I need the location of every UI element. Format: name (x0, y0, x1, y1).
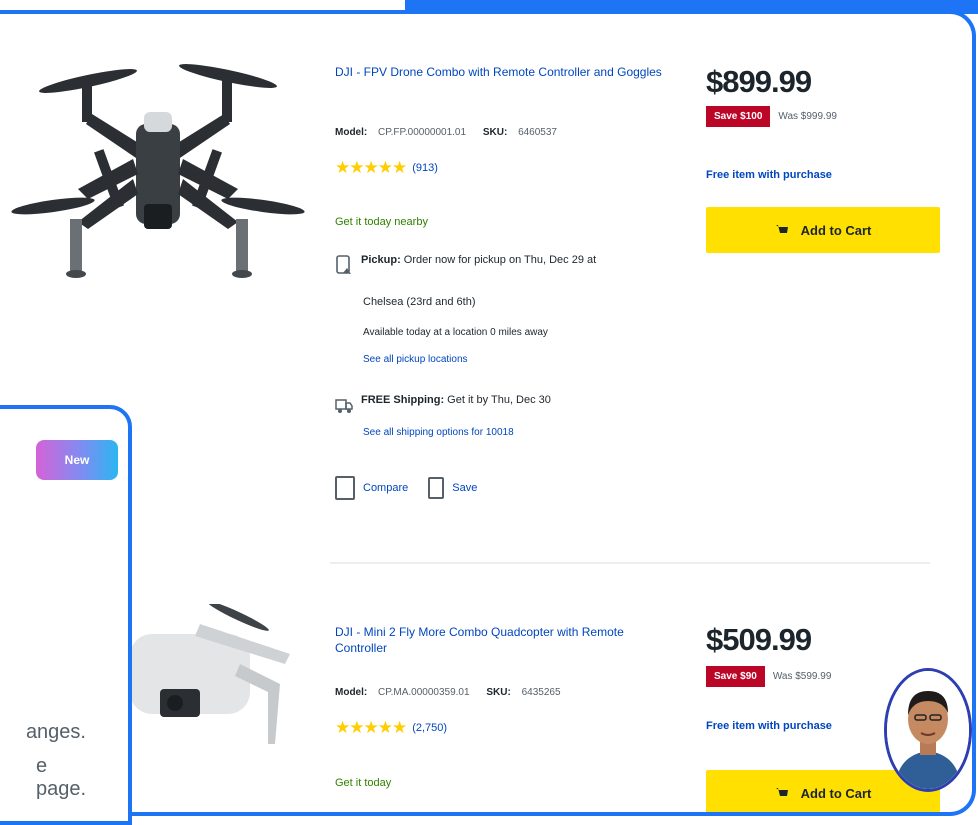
compare-save-row: Compare Save (335, 476, 477, 500)
product-title-link[interactable]: DJI - Mini 2 Fly More Combo Quadcopter w… (335, 624, 675, 656)
was-price: Was $599.99 (772, 671, 832, 682)
was-price: Was $999.99 (778, 111, 837, 122)
shipping-label: FREE Shipping: (361, 394, 445, 406)
model-label: Model: (335, 687, 368, 698)
product-list-card: DJI - FPV Drone Combo with Remote Contro… (0, 10, 976, 816)
save-badge: Save $90 (706, 666, 765, 687)
shipping-options-link[interactable]: See all shipping options for 10018 (363, 427, 514, 438)
pickup-available: Available today at a location 0 miles aw… (363, 327, 548, 338)
pickup-text: Order now for pickup on Thu, Dec 29 at (403, 254, 597, 266)
product-row: DJI - Mini 2 Fly More Combo Quadcopter w… (0, 574, 972, 812)
feature-popup-card: New anges. e page. (0, 405, 132, 825)
savings-row: Save $90 Was $599.99 (706, 666, 831, 687)
person-avatar-icon (887, 671, 969, 789)
sku-label: SKU: (482, 127, 508, 138)
sku-value: 6460537 (518, 127, 557, 138)
add-to-cart-label: Add to Cart (800, 785, 872, 801)
product-title-link[interactable]: DJI - FPV Drone Combo with Remote Contro… (335, 64, 675, 80)
pickup-label: Pickup: (361, 254, 401, 266)
cart-icon (775, 225, 788, 233)
add-to-cart-button[interactable]: Add to Cart (706, 207, 940, 253)
product-row: DJI - FPV Drone Combo with Remote Contro… (0, 14, 972, 559)
pickup-store: Chelsea (23rd and 6th) (363, 296, 476, 308)
fpv-drone-image[interactable] (8, 54, 308, 289)
star-rating-icon: ★★★★★ (335, 158, 407, 177)
cart-icon (775, 788, 788, 796)
model-sku: Model: CP.MA.00000359.01 SKU: 6435265 (335, 687, 561, 698)
rating-count[interactable]: (2,750) (412, 722, 447, 734)
pickup-locations-link[interactable]: See all pickup locations (363, 354, 468, 365)
star-rating-icon: ★★★★★ (335, 718, 407, 737)
price: $509.99 (706, 622, 812, 657)
row-divider (330, 562, 930, 564)
checkbox-icon (335, 476, 355, 500)
popup-text-line: e page. (35, 755, 87, 800)
add-to-cart-label: Add to Cart (800, 222, 872, 238)
save-for-later[interactable]: Save (428, 477, 477, 499)
store-pickup-icon (336, 255, 351, 274)
rating[interactable]: ★★★★★ (2,750) (335, 719, 447, 736)
availability-text: Get it today (335, 777, 392, 789)
mini-drone-image[interactable] (130, 604, 300, 764)
presenter-avatar (884, 668, 972, 792)
model-value: CP.MA.00000359.01 (378, 687, 470, 698)
save-badge: Save $100 (706, 106, 771, 127)
price: $899.99 (706, 64, 812, 99)
model-sku: Model: CP.FP.00000001.01 SKU: 6460537 (335, 127, 557, 138)
bookmark-icon (428, 477, 445, 499)
availability-text: Get it today nearby (335, 216, 428, 228)
truck-icon (335, 399, 353, 413)
save-label: Save (452, 481, 478, 494)
shipping-text: Get it by Thu, Dec 30 (447, 394, 551, 406)
popup-text-line: anges. (25, 721, 86, 743)
sku-label: SKU: (486, 687, 511, 698)
new-badge: New (36, 440, 118, 480)
shipping-info: FREE Shipping: Get it by Thu, Dec 30 (335, 394, 551, 416)
rating[interactable]: ★★★★★ (913) (335, 159, 438, 176)
compare-checkbox[interactable]: Compare (335, 476, 408, 500)
pickup-info: Pickup: Order now for pickup on Thu, Dec… (335, 254, 596, 276)
model-label: Model: (335, 127, 368, 138)
rating-count[interactable]: (913) (412, 162, 438, 174)
savings-row: Save $100 Was $999.99 (706, 106, 837, 127)
sku-value: 6435265 (521, 687, 561, 698)
free-item-link[interactable]: Free item with purchase (706, 169, 832, 181)
free-item-link[interactable]: Free item with purchase (706, 720, 832, 732)
model-value: CP.FP.00000001.01 (378, 127, 467, 138)
compare-label: Compare (363, 481, 409, 494)
